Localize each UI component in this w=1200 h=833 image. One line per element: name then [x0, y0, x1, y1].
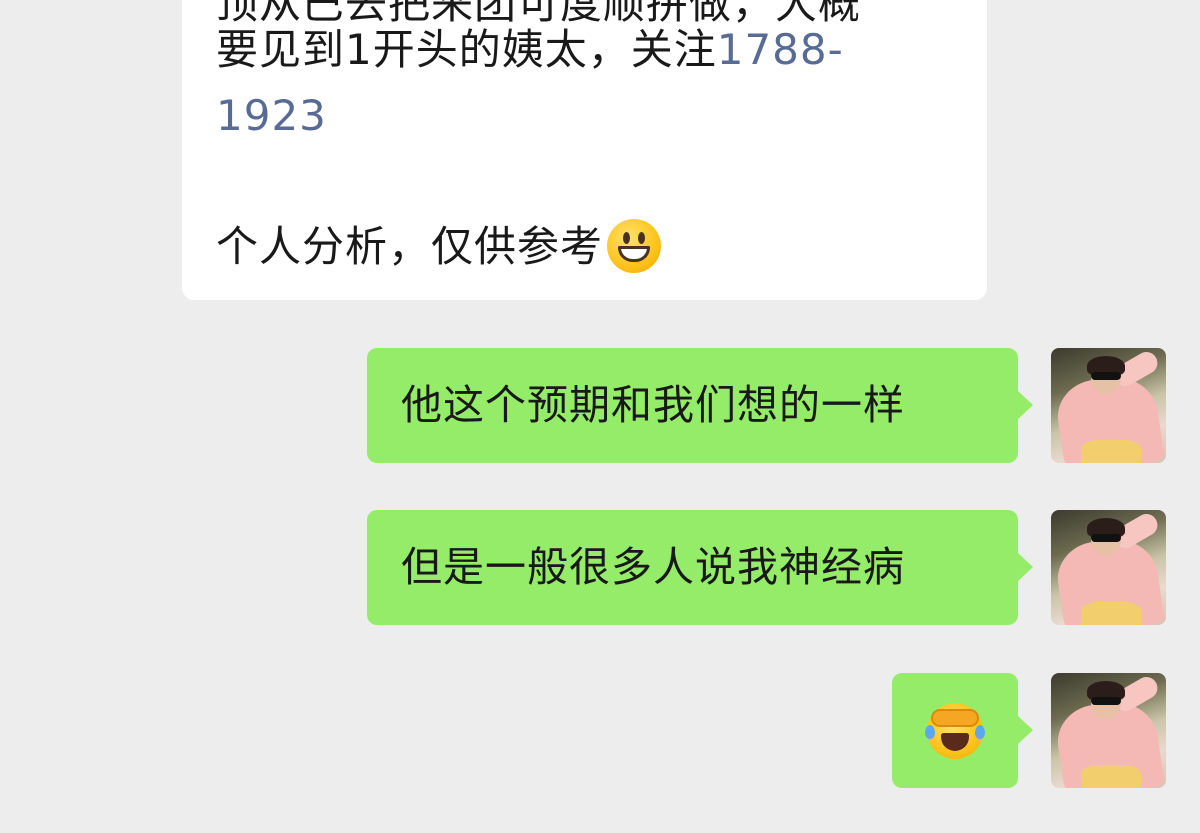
incoming-message-text: 要见到1开头的姨太，关注 [216, 25, 717, 74]
incoming-message-bubble[interactable]: 顶从巴去把来团可度顺拼做，大概 要见到1开头的姨太，关注1788- 1923 个… [182, 0, 987, 300]
outgoing-message-bubble[interactable]: 但是一般很多人说我神经病 [367, 510, 1033, 625]
grinning-face-emoji-icon [607, 219, 662, 273]
avatar[interactable] [1051, 673, 1166, 788]
outgoing-message-bubble[interactable]: 他这个预期和我们想的一样 [367, 348, 1033, 463]
outgoing-message-text: 但是一般很多人说我神经病 [401, 543, 905, 591]
phone-number-link[interactable]: 1788- [717, 25, 844, 74]
rolling-on-the-floor-laughing-emoji-icon [925, 703, 985, 759]
incoming-message-text: 个人分析，仅供参考 [216, 222, 604, 271]
phone-number-link-continued[interactable]: 1923 [216, 91, 327, 140]
avatar[interactable] [1051, 348, 1166, 463]
incoming-message-line: 要见到1开头的姨太，关注1788- [216, 18, 844, 82]
incoming-message-line: 1923 [216, 84, 327, 148]
outgoing-emoji-message-bubble[interactable] [892, 673, 1033, 788]
avatar[interactable] [1051, 510, 1166, 625]
incoming-message-line: 个人分析，仅供参考 [216, 215, 662, 279]
outgoing-message-text: 他这个预期和我们想的一样 [401, 381, 905, 429]
